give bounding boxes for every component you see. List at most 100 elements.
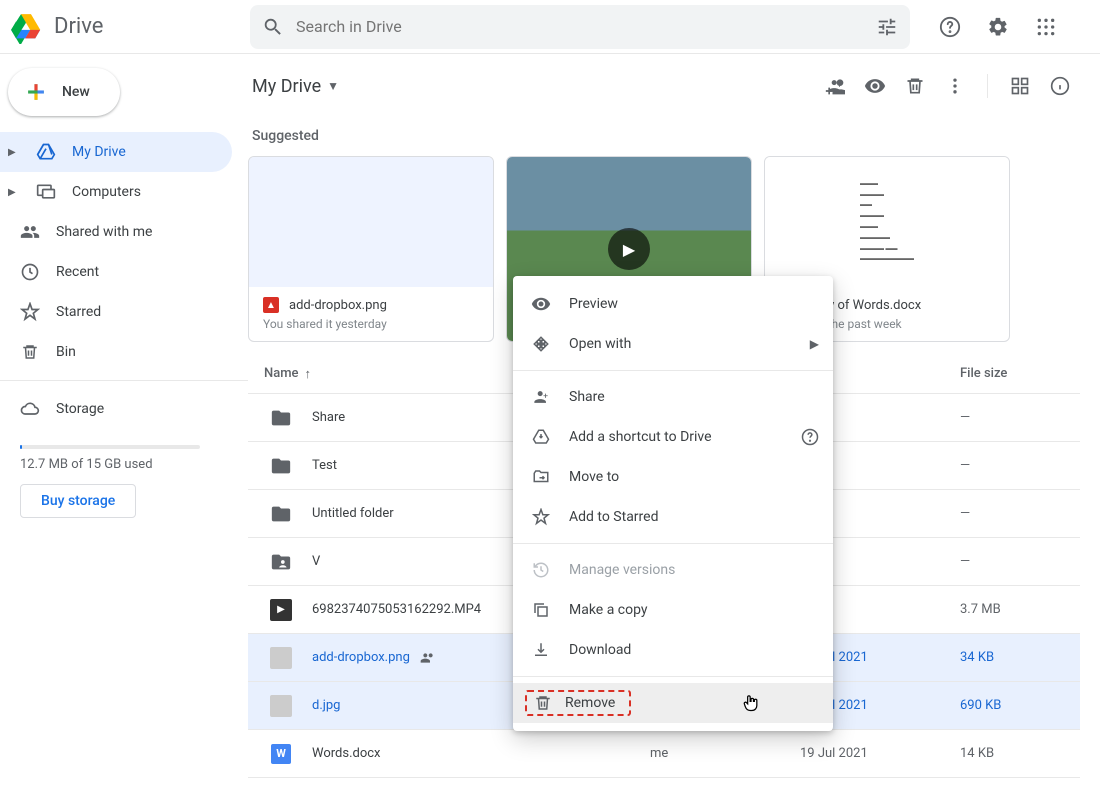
sidebar-item-my-drive[interactable]: ▶ My Drive [0,132,232,172]
preview-icon[interactable] [855,66,895,106]
file-type-icon [268,549,294,575]
menu-add-shortcut[interactable]: Add a shortcut to Drive [513,417,833,457]
thumbnail: ▬▬▬▬▬▬▬▬▬▬▬▬▬▬▬▬▬▬▬▬▬▬▬▬▬ ▬▬▬▬▬▬▬▬▬▬▬ [765,157,1009,287]
file-size: 34 KB [960,650,1080,665]
play-icon: ▶ [608,228,650,270]
menu-share[interactable]: Share [513,377,833,417]
file-type-icon [268,645,294,671]
menu-add-starred[interactable]: Add to Starred [513,497,833,537]
file-size: 14 KB [960,746,1080,761]
open-with-icon [531,335,551,353]
buy-storage-button[interactable]: Buy storage [20,484,136,518]
new-button[interactable]: New [8,68,120,116]
toolbar [815,66,1080,106]
share-icon[interactable] [815,66,855,106]
apps-icon[interactable] [1026,7,1066,47]
file-size: — [960,506,1080,521]
cursor-icon [741,692,761,714]
file-type-icon [268,501,294,527]
content-header: My Drive ▼ [248,62,1080,110]
sidebar-item-recent[interactable]: Recent [0,252,232,292]
help-icon[interactable] [801,428,819,446]
plus-icon [22,78,50,106]
menu-open-with[interactable]: Open with▶ [513,324,833,364]
logo-area: Drive [6,7,250,47]
file-size: 690 KB [960,698,1080,713]
trash-icon [20,343,40,361]
header-actions [930,7,1066,47]
shared-icon [420,650,436,666]
context-menu: Preview Open with▶ Share Add a shortcut … [513,276,833,731]
file-type-icon: ▶ [268,597,294,623]
menu-make-copy[interactable]: Make a copy [513,590,833,630]
thumbnail [249,157,493,287]
sidebar-item-shared[interactable]: Shared with me [0,212,232,252]
file-size: 3.7 MB [960,602,1080,617]
sidebar-item-bin[interactable]: Bin [0,332,232,372]
search-bar[interactable] [250,5,910,49]
storage-bar [20,445,200,449]
file-type-icon [268,693,294,719]
divider [987,74,988,98]
search-options-icon[interactable] [876,16,898,38]
menu-preview[interactable]: Preview [513,284,833,324]
sidebar-item-storage[interactable]: Storage [0,389,232,429]
menu-manage-versions: Manage versions [513,550,833,590]
table-row[interactable]: W Words.docx me 19 Jul 2021 14 KB [248,730,1080,778]
file-name: Words.docx [312,746,650,761]
breadcrumb-label: My Drive [252,76,321,97]
copy-icon [531,601,551,619]
menu-download[interactable]: Download [513,630,833,670]
storage-text: 12.7 MB of 15 GB used [20,457,228,472]
divider [0,380,248,381]
sidebar-item-computers[interactable]: ▶ Computers [0,172,232,212]
search-input[interactable] [296,17,864,36]
computers-icon [36,182,56,202]
delete-icon[interactable] [895,66,935,106]
image-icon: ▲ [263,297,279,313]
menu-remove[interactable]: Remove [513,683,833,723]
settings-icon[interactable] [978,7,1018,47]
info-icon[interactable] [1040,66,1080,106]
new-button-label: New [62,84,90,100]
file-type-icon: W [268,741,294,767]
eye-icon [531,294,551,314]
chevron-right-icon: ▶ [810,337,819,351]
grid-view-icon[interactable] [1000,66,1040,106]
sidebar-item-label: Shared with me [56,224,152,240]
file-size: — [960,554,1080,569]
sort-arrow-icon: ↑ [305,366,312,382]
help-icon[interactable] [930,7,970,47]
suggested-card[interactable]: ▲add-dropbox.png You shared it yesterday [248,156,494,342]
more-icon[interactable] [935,66,975,106]
breadcrumb[interactable]: My Drive ▼ [248,76,339,97]
menu-move-to[interactable]: Move to [513,457,833,497]
chevron-down-icon: ▼ [327,79,339,93]
sidebar: New ▶ My Drive ▶ Computers Shared with m… [0,54,248,789]
sidebar-item-starred[interactable]: Starred [0,292,232,332]
file-modified: 19 Jul 2021 [800,746,960,761]
move-icon [531,468,551,486]
sidebar-item-label: Starred [56,304,101,320]
suggested-title: Suggested [252,128,1080,144]
clock-icon [20,262,40,282]
person-add-icon [531,387,551,407]
file-owner: me [650,746,800,761]
search-icon [262,16,284,38]
file-size: — [960,458,1080,473]
col-size[interactable]: File size [960,366,1080,381]
storage-label: Storage [56,401,104,417]
app-title: Drive [54,14,103,39]
shortcut-icon [531,428,551,446]
drive-icon [36,142,56,162]
file-type-icon [268,405,294,431]
history-icon [531,561,551,579]
sidebar-item-label: Recent [56,264,99,280]
download-icon [531,641,551,659]
sidebar-item-label: Bin [56,344,76,360]
divider [513,543,833,544]
star-icon [20,302,40,322]
file-type-icon [268,453,294,479]
trash-icon [533,694,553,712]
file-size: — [960,410,1080,425]
